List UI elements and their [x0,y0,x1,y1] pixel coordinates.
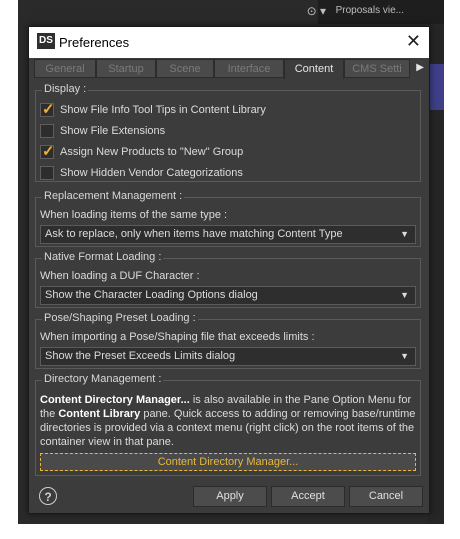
checkmark-icon: ✓ [42,143,55,160]
option-label: Show File Extensions [60,125,166,137]
select-value: Show the Preset Exceeds Limits dialog [45,350,236,362]
checkbox[interactable]: ✓ [40,143,55,160]
native-format-label: When loading a DUF Character : [40,270,200,282]
directory-manager-name: Content Directory Manager... [40,394,190,406]
option-label: Show File Info Tool Tips in Content Libr… [60,104,266,116]
title-bar: DS Preferences ✕ [29,27,429,58]
preferences-dialog: DS Preferences ✕ General Startup Scene I… [28,26,430,514]
tab-general[interactable]: General [34,59,96,78]
tab-scene[interactable]: Scene [156,59,214,78]
option-label: Show Hidden Vendor Categorizations [60,167,243,179]
checkbox[interactable] [40,166,54,180]
pose-shaping-group-title: Pose/Shaping Preset Loading : [42,312,198,324]
background-viewport-highlight [428,64,444,110]
tab-bar: General Startup Scene Interface Content … [32,59,426,79]
replacement-group: Replacement Management : When loading it… [35,190,421,247]
accept-button[interactable]: Accept [271,486,345,507]
tab-startup[interactable]: Startup [96,59,156,78]
select-value: Show the Character Loading Options dialo… [45,289,258,301]
directory-description: Content Directory Manager... is also ava… [40,393,418,449]
content-library-name: Content Library [58,408,141,420]
app-logo-icon: DS [37,33,55,49]
tab-content[interactable]: Content [284,59,344,79]
pose-shaping-select[interactable]: Show the Preset Exceeds Limits dialog ▼ [40,347,416,366]
checkbox[interactable] [40,124,54,138]
native-format-group-title: Native Format Loading : [42,251,164,263]
select-value: Ask to replace, only when items have mat… [45,228,343,240]
pose-shaping-label: When importing a Pose/Shaping file that … [40,331,315,343]
checkbox[interactable]: ✓ [40,101,55,118]
replacement-group-title: Replacement Management : [42,190,185,202]
close-icon[interactable]: ✕ [406,31,421,51]
dropdown-arrow-icon: ▼ [400,351,409,361]
native-format-group: Native Format Loading : When loading a D… [35,251,421,308]
dropdown-arrow-icon: ▼ [400,229,409,239]
dropdown-arrow-icon: ▼ [400,290,409,300]
content-directory-manager-button[interactable]: Content Directory Manager... [40,453,416,471]
tab-interface[interactable]: Interface [214,59,284,78]
background-selection-text: Proposals vie... [335,5,404,16]
replacement-label: When loading items of the same type : [40,209,228,221]
background-tool-icon: ⊙ ▾ [306,4,326,18]
display-group-title: Display : [42,83,89,95]
checkmark-icon: ✓ [42,101,55,118]
directory-group: Directory Management : Content Directory… [35,373,421,476]
window-title: Preferences [59,35,130,50]
tab-scroll-right-icon[interactable]: ▶ [416,62,424,73]
replacement-select[interactable]: Ask to replace, only when items have mat… [40,225,416,244]
apply-button[interactable]: Apply [193,486,267,507]
cancel-button[interactable]: Cancel [349,486,423,507]
directory-group-title: Directory Management : [42,373,164,385]
pose-shaping-group: Pose/Shaping Preset Loading : When impor… [35,312,421,369]
native-format-select[interactable]: Show the Character Loading Options dialo… [40,286,416,305]
help-icon[interactable]: ? [39,487,57,505]
display-group: Display : ✓ Show File Info Tool Tips in … [35,83,421,182]
option-label: Assign New Products to "New" Group [60,146,244,158]
tab-cms-settings[interactable]: CMS Setti [344,59,410,78]
